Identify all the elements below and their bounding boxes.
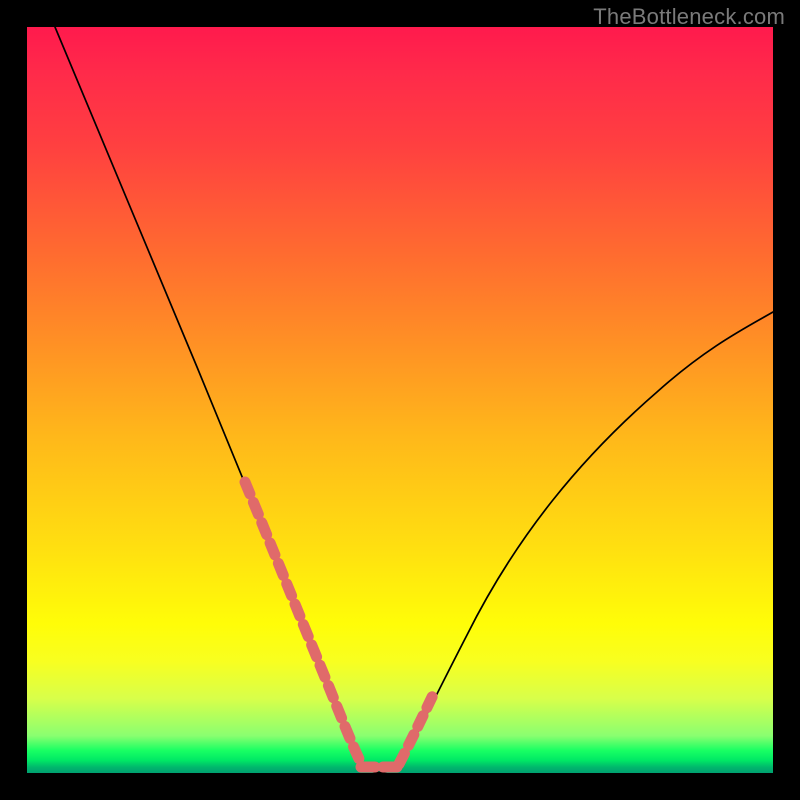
background-gradient — [27, 27, 773, 773]
chart-area — [27, 27, 773, 773]
